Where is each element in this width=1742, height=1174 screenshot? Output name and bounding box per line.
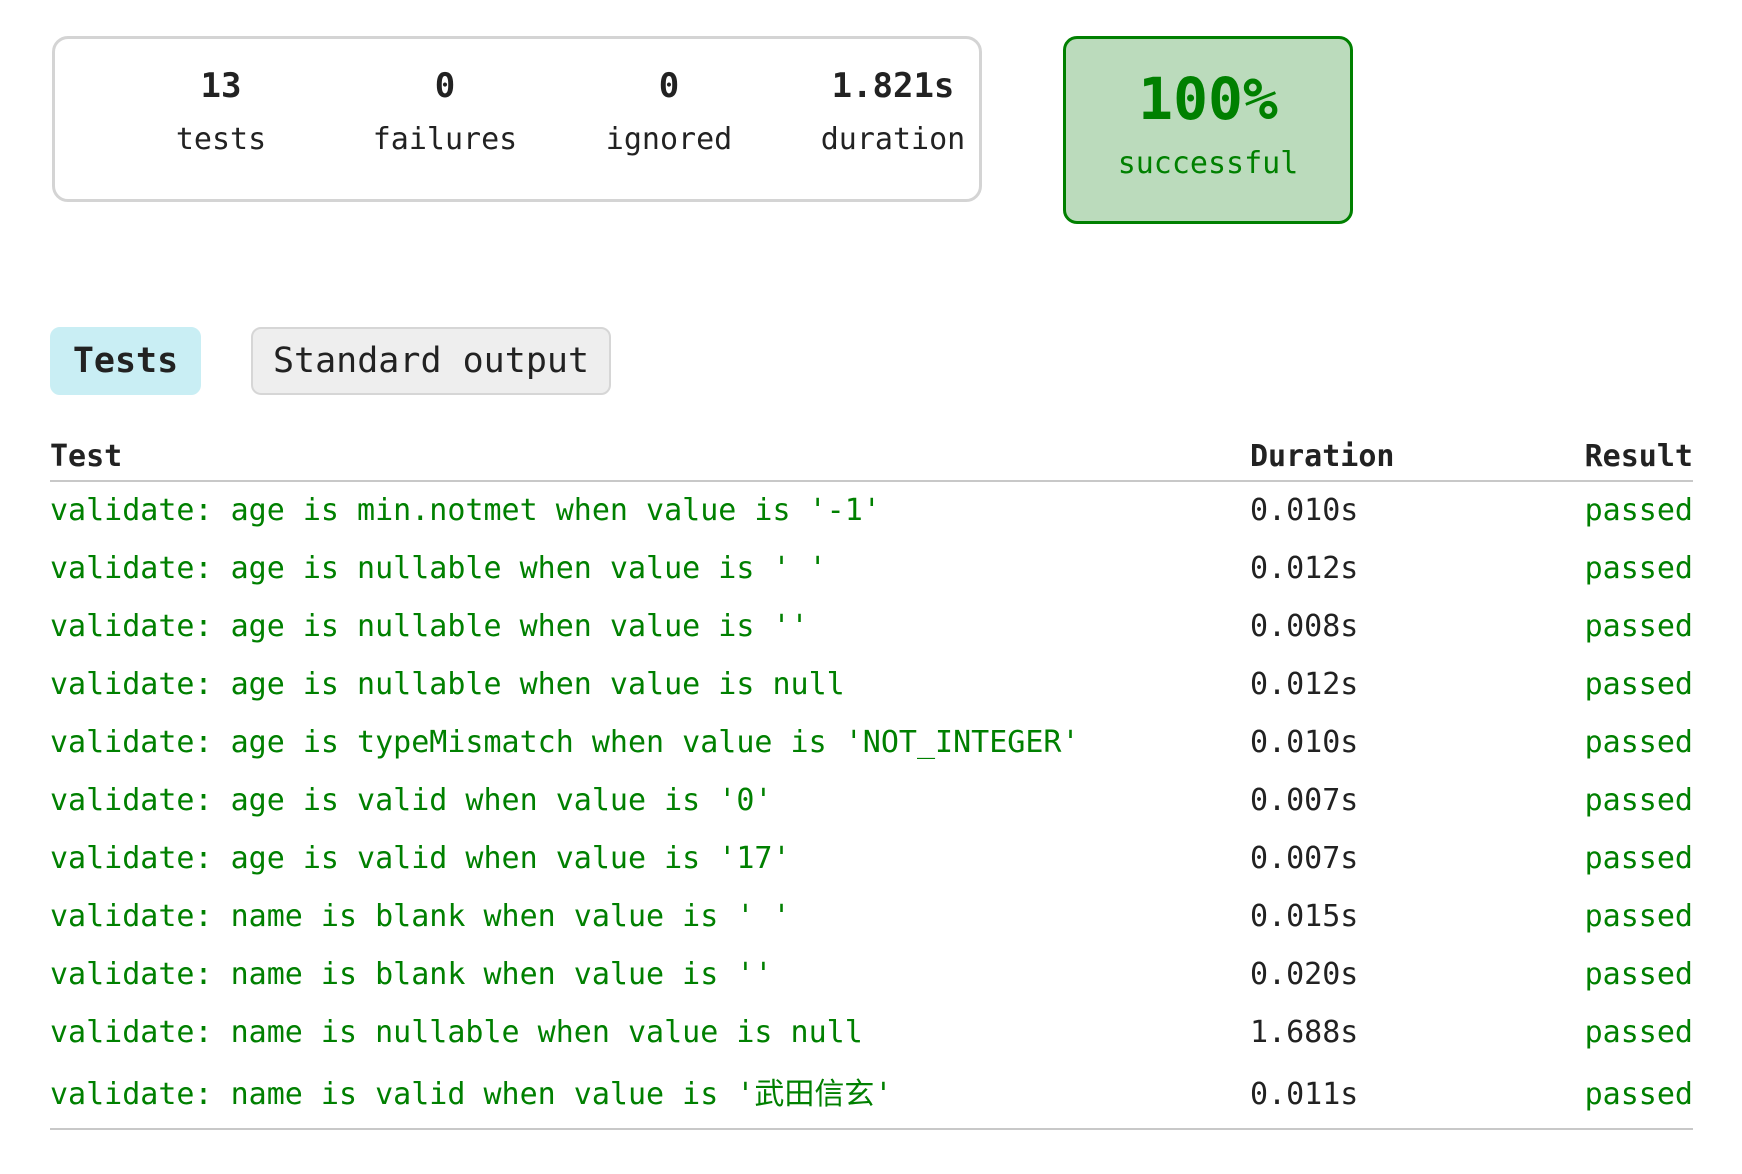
table-row: validate: age is nullable when value is …: [50, 598, 1693, 656]
table-row: validate: name is blank when value is ' …: [50, 888, 1693, 946]
counter-ignored: 0 ignored: [569, 67, 769, 157]
test-name: validate: age is nullable when value is …: [50, 609, 809, 644]
tab-tests[interactable]: Tests: [50, 327, 201, 395]
test-name: validate: age is nullable when value is …: [50, 551, 827, 586]
ignored-label: ignored: [605, 122, 733, 157]
failures-count: 0: [434, 66, 456, 106]
header-result: Result: [1550, 440, 1693, 482]
test-result: passed: [1550, 1062, 1693, 1130]
table-row: validate: age is valid when value is '0'…: [50, 772, 1693, 830]
duration-label: duration: [820, 122, 966, 157]
test-result: passed: [1584, 957, 1693, 992]
failures-label: failures: [372, 122, 518, 157]
test-result: passed: [1584, 725, 1693, 760]
test-name: validate: age is typeMismatch when value…: [50, 725, 1080, 760]
test-duration: 0.007s: [1250, 841, 1359, 876]
test-duration: 0.008s: [1250, 609, 1359, 644]
test-result: passed: [1584, 783, 1693, 818]
test-result: passed: [1584, 667, 1693, 702]
table-row: validate: age is nullable when value is …: [50, 540, 1693, 598]
test-duration: 0.012s: [1250, 551, 1359, 586]
table-header-row: Test Duration Result: [50, 440, 1693, 482]
test-duration: 0.012s: [1250, 667, 1359, 702]
test-result: passed: [1584, 899, 1693, 934]
test-result: passed: [1584, 841, 1693, 876]
table-row: validate: name is valid when value is '武…: [50, 1062, 1693, 1130]
counter-tests: 13 tests: [121, 67, 321, 157]
success-label: successful: [1117, 146, 1299, 181]
summary-counters: 13 tests 0 failures 0 ignored 1.821s dur…: [52, 36, 982, 202]
test-duration: 0.010s: [1250, 725, 1359, 760]
test-result: passed: [1584, 609, 1693, 644]
table-row: validate: age is min.notmet when value i…: [50, 481, 1693, 540]
test-duration: 0.020s: [1250, 957, 1359, 992]
test-name: validate: age is valid when value is '17…: [50, 841, 791, 876]
test-results-table: Test Duration Result validate: age is mi…: [50, 440, 1693, 1130]
table-row: validate: age is valid when value is '17…: [50, 830, 1693, 888]
table-row: validate: name is blank when value is ''…: [50, 946, 1693, 1004]
test-name: validate: name is blank when value is ' …: [50, 899, 791, 934]
test-name: validate: age is nullable when value is …: [50, 667, 845, 702]
table-row: validate: age is typeMismatch when value…: [50, 714, 1693, 772]
test-duration: 0.007s: [1250, 783, 1359, 818]
test-name: validate: name is nullable when value is…: [50, 1015, 863, 1050]
success-rate-box: 100% successful: [1063, 36, 1353, 224]
tests-label: tests: [175, 122, 267, 157]
test-name: validate: age is valid when value is '0': [50, 783, 773, 818]
table-row: validate: name is nullable when value is…: [50, 1004, 1693, 1062]
ignored-count: 0: [658, 66, 680, 106]
test-result: passed: [1584, 1015, 1693, 1050]
test-result: passed: [1584, 551, 1693, 586]
duration-value: 1.821s: [831, 66, 955, 106]
success-percent: 100%: [1138, 65, 1278, 133]
header-test: Test: [50, 440, 1250, 482]
tests-count: 13: [200, 66, 242, 106]
table-row: validate: age is nullable when value is …: [50, 656, 1693, 714]
test-duration: 0.011s: [1250, 1062, 1550, 1130]
counter-duration: 1.821s duration: [778, 67, 1008, 157]
test-name: validate: age is min.notmet when value i…: [50, 493, 881, 528]
test-result: passed: [1584, 493, 1693, 528]
test-duration: 0.010s: [1250, 493, 1359, 528]
counter-failures: 0 failures: [345, 67, 545, 157]
test-duration: 0.015s: [1250, 899, 1359, 934]
test-name: validate: name is blank when value is '': [50, 957, 773, 992]
test-name: validate: name is valid when value is '武…: [50, 1062, 1250, 1130]
header-duration: Duration: [1250, 440, 1550, 482]
test-duration: 1.688s: [1250, 1015, 1359, 1050]
tab-standard-output[interactable]: Standard output: [251, 327, 611, 395]
